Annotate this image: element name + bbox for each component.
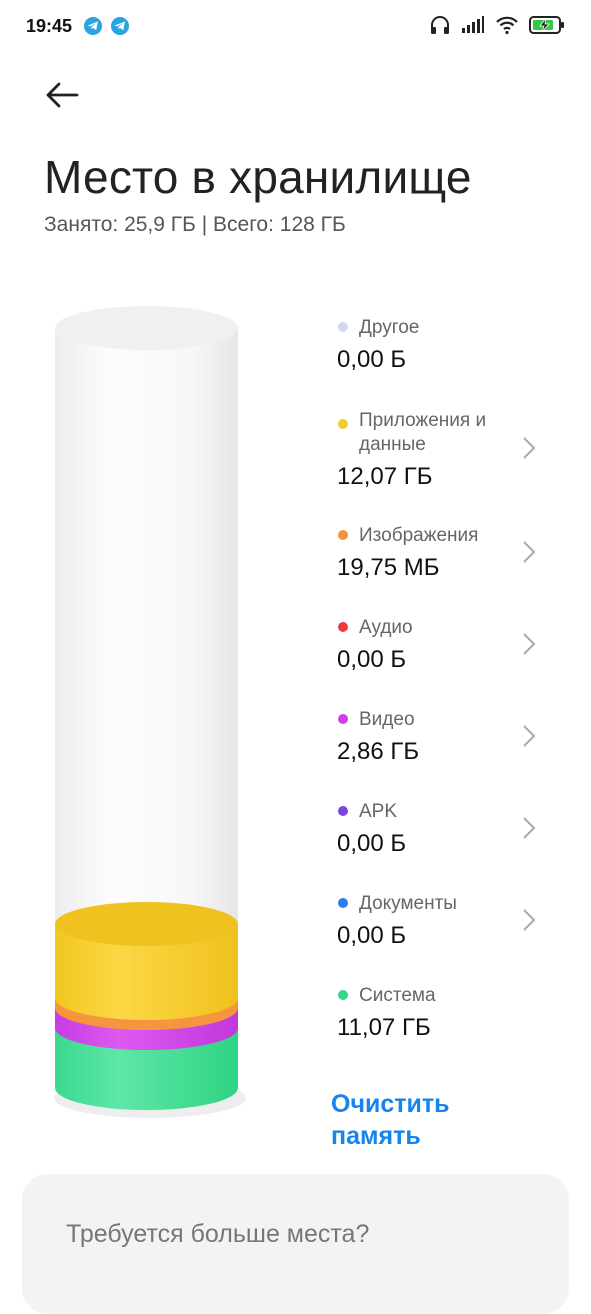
legend-value: 0,00 Б [337, 346, 407, 373]
legend-label: Система [359, 985, 436, 1006]
legend-item-apps[interactable]: Приложения и данные 12,07 ГБ [336, 405, 556, 490]
legend-value: 0,00 Б [337, 830, 407, 857]
legend-value: 0,00 Б [337, 646, 407, 673]
page-title: Место в хранилище [44, 151, 472, 203]
legend-value: 11,07 ГБ [337, 1014, 431, 1041]
legend-value: 12,07 ГБ [337, 463, 433, 490]
legend-dot [338, 714, 348, 724]
legend-dot [338, 419, 348, 429]
legend-dot [338, 622, 348, 632]
more-space-card[interactable]: Требуется больше места? [22, 1174, 569, 1314]
legend-label: Изображения [359, 525, 479, 546]
legend-item-audio[interactable]: Аудио 0,00 Б [336, 612, 556, 676]
legend-dot [338, 530, 348, 540]
legend-dot [338, 990, 348, 1000]
arrow-left-icon [46, 82, 79, 108]
signal-icon [461, 15, 485, 40]
more-space-title: Требуется больше места? [66, 1220, 370, 1248]
legend-label: Аудио [359, 617, 413, 638]
legend-item-other: Другое 0,00 Б [336, 312, 556, 376]
chevron-right-icon [523, 541, 536, 563]
chevron-right-icon [523, 909, 536, 931]
legend-label: APK [359, 801, 398, 822]
wifi-icon [495, 15, 519, 40]
chevron-right-icon [523, 817, 536, 839]
legend-dot [338, 898, 348, 908]
battery-icon [529, 15, 565, 40]
legend-item-video[interactable]: Видео 2,86 ГБ [336, 704, 556, 768]
telegram-icon [111, 17, 129, 35]
chevron-right-icon [523, 437, 536, 459]
legend-dot [338, 322, 348, 332]
back-button[interactable] [44, 80, 84, 112]
storage-cylinder [54, 306, 246, 1118]
headphones-icon [429, 14, 451, 41]
legend-value: 19,75 МБ [337, 554, 440, 581]
legend-label: Документы [359, 893, 457, 914]
telegram-icon [84, 17, 102, 35]
legend-item-images[interactable]: Изображения 19,75 МБ [336, 520, 556, 584]
legend-value: 2,86 ГБ [337, 738, 420, 765]
storage-summary: Занято: 25,9 ГБ | Всего: 128 ГБ [44, 213, 346, 236]
legend-label: Приложения и данные [359, 410, 487, 455]
legend-dot [338, 806, 348, 816]
clean-memory-button[interactable]: Очистить память [331, 1088, 491, 1152]
chevron-right-icon [523, 725, 536, 747]
legend-item-system: Система 11,07 ГБ [336, 980, 556, 1044]
status-bar: 19:45 [0, 0, 591, 54]
legend-item-documents[interactable]: Документы 0,00 Б [336, 888, 556, 952]
legend-label: Другое [359, 317, 420, 338]
chevron-right-icon [523, 633, 536, 655]
legend-value: 0,00 Б [337, 922, 407, 949]
status-time: 19:45 [26, 16, 73, 36]
legend-item-apk[interactable]: APK 0,00 Б [336, 796, 556, 860]
legend-label: Видео [359, 709, 415, 730]
